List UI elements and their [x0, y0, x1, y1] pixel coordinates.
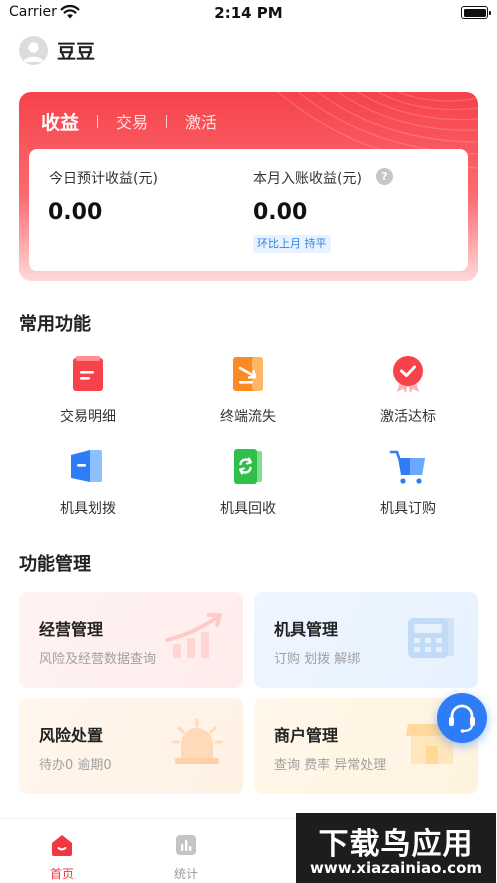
earnings-summary-panel: 今日预计收益(元) 0.00 本月入账收益(元) ? 0.00 环比上月 持平	[29, 149, 468, 271]
month-compare-badge: 环比上月 持平	[253, 235, 331, 253]
tab-transactions[interactable]: 交易	[116, 109, 148, 133]
card-title: 商户管理	[274, 726, 339, 745]
today-earnings-value: 0.00	[48, 200, 103, 225]
card-business-management[interactable]: 经营管理 风险及经营数据查询	[19, 592, 243, 688]
function-device-order[interactable]: 机具订购	[348, 446, 468, 518]
card-subtitle: 订购 划拨 解绑	[274, 652, 361, 667]
card-title: 经营管理	[39, 620, 104, 639]
function-terminal-loss[interactable]: 终端流失	[188, 354, 308, 426]
watermark-url: www.xiazainiao.com	[309, 859, 483, 877]
function-label: 交易明细	[60, 409, 116, 425]
card-subtitle: 风险及经营数据查询	[39, 652, 157, 667]
tab-divider	[97, 114, 99, 128]
status-bar: Carrier 2:14 PM	[0, 0, 497, 26]
card-subtitle: 待办0 逾期0	[39, 758, 112, 773]
transaction-detail-icon	[73, 356, 103, 391]
month-earnings-value: 0.00	[253, 200, 308, 225]
card-risk-handling[interactable]: 风险处置 待办0 逾期0	[19, 698, 243, 794]
tab-activation[interactable]: 激活	[185, 109, 217, 133]
pos-terminal-icon	[408, 618, 454, 658]
function-device-transfer[interactable]: 机具划拨	[28, 446, 148, 518]
battery-icon	[461, 6, 491, 19]
month-earnings-label: 本月入账收益(元)	[253, 171, 362, 187]
avatar[interactable]	[19, 36, 48, 65]
function-label: 机具回收	[220, 501, 276, 517]
function-device-recycle[interactable]: 机具回收	[188, 446, 308, 518]
tab-earnings[interactable]: 收益	[41, 108, 79, 135]
function-activation-target[interactable]: 激活达标	[348, 354, 468, 426]
watermark-title: 下载鸟应用	[318, 827, 474, 862]
card-device-management[interactable]: 机具管理 订购 划拨 解绑	[254, 592, 478, 688]
tab-home[interactable]: 首页	[22, 833, 102, 882]
tab-label: 首页	[49, 867, 74, 881]
alarm-light-icon	[171, 718, 223, 764]
user-name[interactable]: 豆豆	[57, 37, 95, 64]
headset-icon	[449, 704, 475, 733]
status-time: 2:14 PM	[214, 4, 283, 22]
help-icon[interactable]: ?	[376, 168, 393, 185]
growth-chart-icon	[165, 613, 222, 658]
common-functions-title: 常用功能	[19, 314, 91, 335]
today-earnings-label: 今日预计收益(元)	[49, 171, 158, 187]
card-title: 机具管理	[274, 620, 339, 639]
device-transfer-icon	[71, 450, 102, 482]
card-title: 风险处置	[39, 726, 104, 745]
watermark: 下载鸟应用 www.xiazainiao.com	[296, 813, 496, 883]
earnings-tabs: 收益 交易 激活	[41, 108, 217, 135]
statistics-icon	[176, 835, 196, 855]
function-transaction-detail[interactable]: 交易明细	[28, 354, 148, 426]
device-order-cart-icon	[389, 450, 425, 484]
card-subtitle: 查询 费率 异常处理	[274, 758, 387, 773]
tab-statistics[interactable]: 统计	[146, 833, 226, 882]
device-recycle-icon	[234, 449, 262, 484]
home-icon	[52, 835, 72, 856]
terminal-loss-icon	[233, 357, 263, 391]
management-title: 功能管理	[19, 554, 91, 575]
activation-target-icon	[393, 356, 423, 393]
customer-service-button[interactable]	[437, 693, 487, 743]
function-label: 终端流失	[220, 409, 276, 425]
tab-divider	[166, 114, 168, 128]
function-label: 机具订购	[380, 501, 436, 517]
user-silhouette-icon	[23, 42, 44, 62]
earnings-card: 收益 交易 激活 今日预计收益(元) 0.00 本月入账收益(元) ? 0.00…	[19, 92, 478, 281]
function-label: 机具划拨	[60, 501, 116, 517]
tab-label: 统计	[173, 867, 198, 881]
function-label: 激活达标	[380, 409, 436, 425]
